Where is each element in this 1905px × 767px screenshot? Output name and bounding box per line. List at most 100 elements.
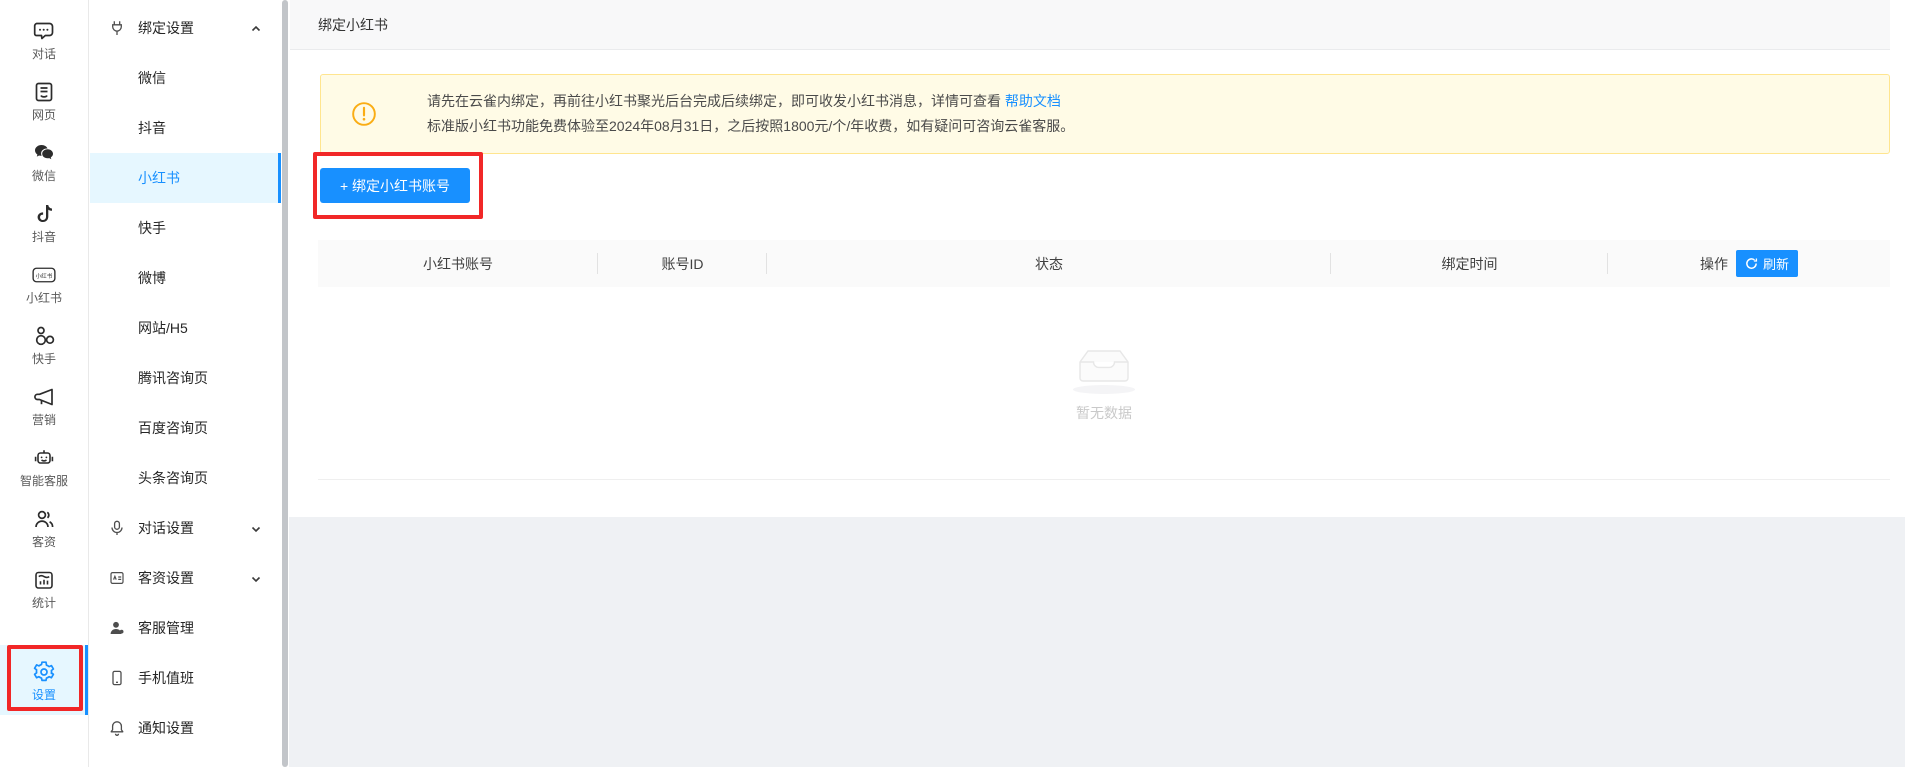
notice-banner: 请先在云雀内绑定，再前往小红书聚光后台完成后续绑定，即可收发小红书消息，详情可查…	[320, 74, 1890, 154]
primary-sidebar: 对话 网页 微信 抖音 小红书 小红书 快手 营销 智能客服 客资 统计 设置	[0, 0, 89, 767]
menu-item-xiaohongshu[interactable]: 小红书	[90, 153, 281, 203]
menu-item-toutiao-consult[interactable]: 头条咨询页	[90, 453, 281, 503]
notice-text: 请先在云雀内绑定，再前往小红书聚光后台完成后续绑定，即可收发小红书消息，详情可查…	[427, 89, 1074, 139]
menu-item-label: 小红书	[138, 170, 180, 186]
notice-line1: 请先在云雀内绑定，再前往小红书聚光后台完成后续绑定，即可收发小红书消息，详情可查…	[427, 89, 1074, 114]
sidebar-item-label: 营销	[31, 413, 56, 427]
webpage-icon	[31, 79, 57, 105]
sidebar-item-label: 网页	[31, 108, 56, 122]
bind-account-button[interactable]: + 绑定小红书账号	[320, 168, 470, 203]
menu-item-label: 手机值班	[138, 670, 194, 686]
chat-icon	[31, 18, 57, 44]
xiaohongshu-icon: 小红书	[31, 262, 57, 288]
active-indicator-bar	[85, 645, 88, 715]
person-icon	[109, 620, 125, 636]
help-doc-link[interactable]: 帮助文档	[1005, 93, 1061, 109]
refresh-icon	[1746, 258, 1758, 269]
sidebar-item-chat[interactable]: 对话	[0, 9, 88, 70]
robot-icon	[31, 445, 57, 471]
sidebar-item-xiaohongshu[interactable]: 小红书 小红书	[0, 253, 88, 314]
refresh-button[interactable]: 刷新	[1735, 250, 1798, 277]
table-empty-state: 暂无数据	[318, 287, 1890, 480]
refresh-button-label: 刷新	[1762, 257, 1789, 272]
plug-icon	[109, 20, 125, 36]
menu-item-kuaishou[interactable]: 快手	[90, 203, 281, 253]
sidebar-scrollbar-thumb[interactable]	[282, 0, 288, 767]
menu-group-binding-settings[interactable]: 绑定设置	[90, 3, 281, 53]
menu-item-label: 微博	[138, 270, 166, 286]
sidebar-item-label: 设置	[31, 687, 56, 702]
menu-group-label: 绑定设置	[138, 20, 194, 36]
gear-icon	[31, 659, 57, 685]
menu-group-label: 对话设置	[138, 520, 194, 536]
chevron-down-icon	[250, 522, 262, 534]
menu-item-wechat[interactable]: 微信	[90, 53, 281, 103]
microphone-icon	[109, 520, 125, 536]
menu-item-label: 头条咨询页	[138, 470, 208, 486]
menu-item-label: 客服管理	[138, 620, 194, 636]
wechat-icon	[31, 140, 57, 166]
sidebar-scrollbar[interactable]	[281, 0, 289, 767]
sidebar-item-label: 智能客服	[19, 474, 68, 488]
menu-group-leads-settings[interactable]: 客资设置	[90, 553, 281, 603]
sidebar-item-wechat[interactable]: 微信	[0, 131, 88, 192]
app-window: 对话 网页 微信 抖音 小红书 小红书 快手 营销 智能客服 客资 统计 设置 …	[0, 0, 1905, 767]
empty-text: 暂无数据	[1076, 405, 1132, 421]
chevron-down-icon	[250, 572, 262, 584]
menu-item-label: 腾讯咨询页	[138, 370, 208, 386]
menu-item-label: 抖音	[138, 120, 166, 136]
table-header-row: 小红书账号 账号ID 状态 绑定时间 操作 刷新	[318, 240, 1890, 287]
sidebar-item-settings[interactable]: 设置	[0, 645, 88, 715]
menu-item-tencent-consult[interactable]: 腾讯咨询页	[90, 353, 281, 403]
accounts-table: 小红书账号 账号ID 状态 绑定时间 操作 刷新 暂无数据	[318, 240, 1890, 480]
menu-item-baidu-consult[interactable]: 百度咨询页	[90, 403, 281, 453]
people-icon	[31, 506, 57, 532]
douyin-icon	[31, 201, 57, 227]
sidebar-item-douyin[interactable]: 抖音	[0, 192, 88, 253]
idcard-icon	[109, 570, 125, 586]
menu-item-website-h5[interactable]: 网站/H5	[90, 303, 281, 353]
page-header: 绑定小红书	[290, 0, 1890, 50]
stats-icon	[31, 567, 57, 593]
sidebar-item-webpage[interactable]: 网页	[0, 70, 88, 131]
menu-group-label: 客资设置	[138, 570, 194, 586]
menu-item-label: 百度咨询页	[138, 420, 208, 436]
sidebar-item-kuaishou[interactable]: 快手	[0, 314, 88, 375]
menu-item-mobile-duty[interactable]: 手机值班	[90, 653, 281, 703]
megaphone-icon	[31, 384, 57, 410]
menu-item-notification-settings[interactable]: 通知设置	[90, 703, 281, 753]
menu-item-label: 快手	[138, 220, 166, 236]
column-header-account: 小红书账号	[318, 240, 598, 287]
notice-line2: 标准版小红书功能免费体验至2024年08月31日，之后按照1800元/个/年收费…	[427, 118, 1075, 134]
content-panel: 请先在云雀内绑定，再前往小红书聚光后台完成后续绑定，即可收发小红书消息，详情可查…	[290, 50, 1905, 517]
menu-item-label: 微信	[138, 70, 166, 86]
notice-line1-text: 请先在云雀内绑定，再前往小红书聚光后台完成后续绑定，即可收发小红书消息，详情可查…	[427, 93, 1001, 109]
menu-item-weibo[interactable]: 微博	[90, 253, 281, 303]
sidebar-item-leads[interactable]: 客资	[0, 497, 88, 558]
page-title: 绑定小红书	[318, 16, 388, 33]
menu-item-label: 网站/H5	[138, 320, 188, 336]
page-background-area	[289, 517, 1905, 767]
bell-icon	[109, 720, 125, 736]
sidebar-item-marketing[interactable]: 营销	[0, 375, 88, 436]
sidebar-item-label: 对话	[31, 47, 56, 61]
sidebar-item-label: 客资	[31, 535, 56, 549]
sidebar-item-smart-service[interactable]: 智能客服	[0, 436, 88, 497]
menu-group-dialog-settings[interactable]: 对话设置	[90, 503, 281, 553]
sidebar-item-stats[interactable]: 统计	[0, 558, 88, 619]
menu-item-douyin[interactable]: 抖音	[90, 103, 281, 153]
sidebar-item-label: 快手	[31, 352, 56, 366]
column-header-bind-time: 绑定时间	[1331, 240, 1608, 287]
sidebar-item-label: 抖音	[31, 230, 56, 244]
column-header-actions: 操作 刷新	[1608, 240, 1890, 287]
kuaishou-icon	[31, 323, 57, 349]
chevron-up-icon	[250, 22, 262, 34]
phone-icon	[109, 670, 125, 686]
sidebar-item-label: 微信	[31, 169, 56, 183]
empty-box-icon	[1073, 350, 1135, 394]
column-header-account-id: 账号ID	[598, 240, 767, 287]
column-header-status: 状态	[767, 240, 1331, 287]
actions-header-label: 操作	[1699, 255, 1728, 272]
main-content: 绑定小红书 请先在云雀内绑定，再前往小红书聚光后台完成后续绑定，即可收发小红书消…	[289, 0, 1905, 767]
menu-item-agent-management[interactable]: 客服管理	[90, 603, 281, 653]
